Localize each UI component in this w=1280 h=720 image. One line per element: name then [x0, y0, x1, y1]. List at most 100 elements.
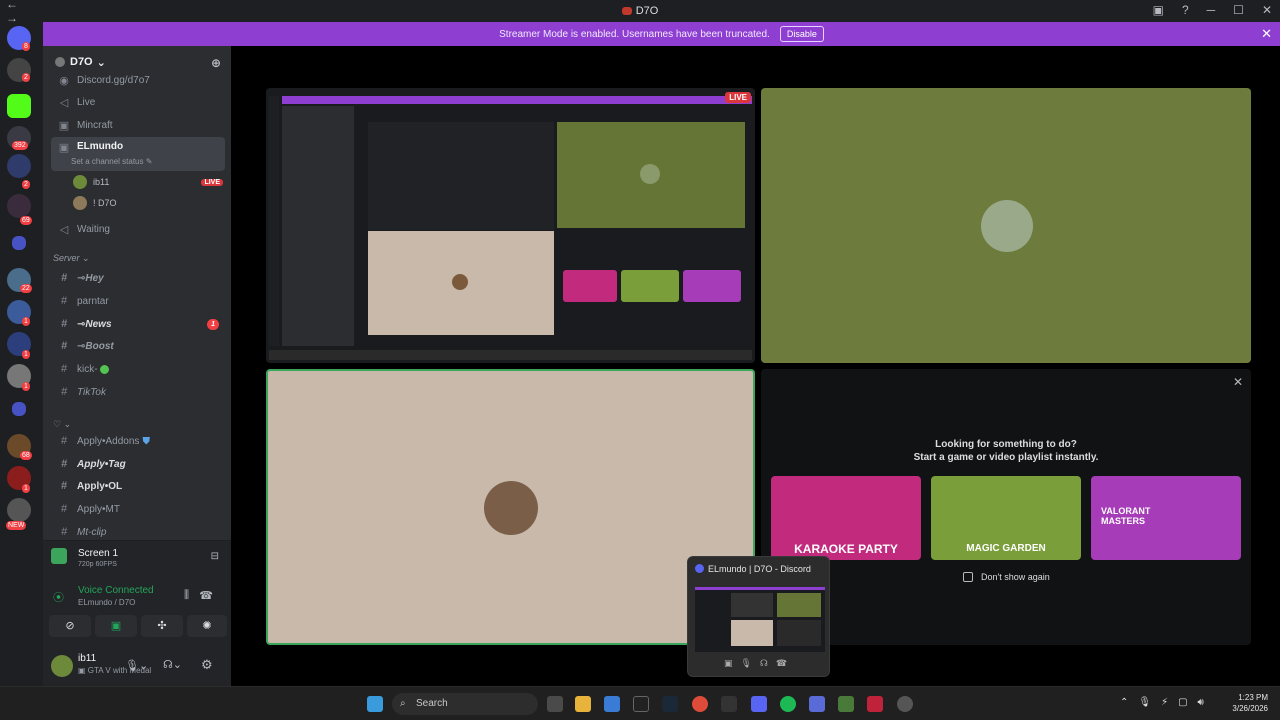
status-text: Set a channel status — [71, 157, 144, 166]
soundboard-button[interactable]: ✺ — [187, 615, 227, 637]
system-tray[interactable]: ⌃🎙︎⚡▢🔊︎ — [1120, 697, 1214, 708]
hash-icon: # — [60, 480, 68, 492]
screen-share-button[interactable]: ▣ — [95, 615, 137, 637]
voice-user[interactable]: ! D7O — [73, 194, 223, 212]
channel-label: ⊸News — [77, 318, 112, 330]
channel-addons[interactable]: # Apply•Addons ⛊ — [51, 431, 225, 451]
clock[interactable]: 1:23 PM 3/26/2026 — [1232, 692, 1268, 714]
app-icon[interactable] — [809, 696, 825, 712]
stop-stream-icon[interactable]: ⊟ — [211, 551, 219, 562]
task-view-icon[interactable] — [547, 696, 563, 712]
voice-channel[interactable]: ELmundo / D7O — [78, 598, 135, 607]
help-icon[interactable]: ? — [1182, 3, 1189, 17]
camera-off-button[interactable]: ⊘ — [49, 615, 91, 637]
server-list: 8 2 392 2 69 22 1 1 1 68 1 NEW — [0, 22, 40, 686]
preview-thumbnail — [695, 587, 825, 652]
app-icon[interactable] — [897, 696, 913, 712]
channel-tiktok[interactable]: # TikTok — [51, 382, 225, 402]
taskbar-search[interactable]: ⌕ Search — [392, 693, 538, 715]
steam-icon[interactable] — [662, 696, 678, 712]
channel-kick[interactable]: # kick- — [51, 359, 225, 379]
user-panel: ib11 ▣ GTA V with Medal 🎙︎⌄ ☊⌄ ⚙ — [43, 645, 231, 687]
green-dot-icon — [99, 364, 109, 374]
discord-icon[interactable] — [751, 696, 767, 712]
server-icon[interactable] — [7, 194, 31, 218]
participant-tile[interactable] — [761, 88, 1251, 363]
search-icon: ⌕ — [400, 698, 406, 709]
avatar[interactable] — [51, 655, 73, 677]
category-header[interactable]: Server ⌄ — [53, 253, 90, 264]
file-explorer-icon[interactable] — [575, 696, 591, 712]
windows-taskbar: ⌕ Search ⌃🎙︎⚡▢🔊︎ 1:23 PM 3/26/2026 — [0, 686, 1280, 720]
preview-title-row: ELmundo | D7O - Discord — [695, 564, 811, 574]
avatar — [452, 274, 468, 290]
game-icon[interactable] — [721, 696, 737, 712]
server-icon[interactable] — [7, 154, 31, 178]
server-icon[interactable] — [7, 498, 31, 522]
hash-icon: # — [60, 295, 68, 307]
disconnect-icon[interactable]: ☎ — [199, 589, 213, 602]
lock-icon: ▣ — [58, 142, 70, 154]
server-avatar — [55, 57, 65, 67]
chrome-icon[interactable] — [692, 696, 708, 712]
category-header[interactable]: ♡ ⌄ — [53, 419, 71, 430]
disable-button[interactable]: Disable — [779, 26, 824, 42]
spotify-icon[interactable] — [780, 696, 796, 712]
participant-tile-speaking[interactable] — [266, 369, 755, 645]
channel-waiting[interactable]: ◁ Waiting — [51, 219, 225, 239]
hash-icon: # — [60, 503, 68, 515]
store-icon[interactable] — [604, 696, 620, 712]
maximize-button[interactable]: ☐ — [1233, 3, 1244, 17]
channel-mincraft[interactable]: ▣ Mincraft — [51, 115, 225, 135]
search-placeholder: Search — [416, 698, 448, 709]
headphones-icon[interactable]: ☊⌄ — [163, 658, 182, 671]
channel-boost[interactable]: # ⊸Boost — [51, 336, 225, 356]
dont-show-row[interactable]: Don't show again — [963, 572, 1050, 582]
channel-link[interactable]: ◉ Discord.gg/d7o7 — [51, 73, 225, 87]
inbox-icon[interactable]: ▣ — [1153, 3, 1164, 17]
close-icon[interactable]: ✕ — [1233, 375, 1243, 389]
badge: 1 — [22, 484, 30, 493]
hash-icon: # — [60, 340, 68, 352]
stream-tile[interactable]: LIVE — [266, 88, 755, 363]
minecraft-icon[interactable] — [838, 696, 854, 712]
kick-server-icon[interactable] — [7, 94, 31, 118]
folder-icon[interactable] — [12, 236, 26, 250]
game-card — [621, 270, 679, 302]
noise-icon[interactable]: ⫼ — [184, 589, 189, 602]
game-card-valorant[interactable]: VALORANT MASTERS — [1091, 476, 1241, 560]
checkbox[interactable] — [963, 572, 973, 582]
channel-hey[interactable]: # ⊸Hey — [51, 268, 225, 288]
close-icon[interactable]: ✕ — [1261, 26, 1272, 42]
channel-parntar[interactable]: # parntar — [51, 291, 225, 311]
channel-label: Live — [77, 96, 96, 108]
channel-mt[interactable]: # Apply•MT — [51, 499, 225, 519]
channel-live[interactable]: ◁ Live — [51, 92, 225, 112]
channel-ol[interactable]: # Apply•OL — [51, 476, 225, 496]
preview-controls[interactable]: ▣🎙︎☊☎ — [724, 658, 795, 669]
channel-status[interactable]: Set a channel status ✎ — [71, 157, 152, 166]
microphone-icon[interactable]: 🎙︎⌄ — [125, 659, 148, 672]
channel-label: TikTok — [77, 386, 106, 398]
app-icon[interactable] — [867, 696, 883, 712]
game-card-karaoke[interactable]: KARAOKE PARTY — [771, 476, 921, 560]
hash-icon: # — [60, 458, 68, 470]
minimize-button[interactable]: ─ — [1207, 3, 1216, 17]
voice-user[interactable]: ib11 LIVE — [73, 173, 223, 191]
avatar — [640, 164, 660, 184]
game-card-garden[interactable]: MAGIC GARDEN — [931, 476, 1081, 560]
close-button[interactable]: ✕ — [1262, 3, 1272, 17]
folder-icon[interactable] — [12, 402, 26, 416]
settings-icon[interactable]: ⚙ — [201, 657, 213, 673]
channel-news[interactable]: # ⊸News 1 — [51, 314, 225, 334]
channel-clip[interactable]: # Mt-clip — [51, 522, 225, 542]
streamer-mode-banner: Streamer Mode is enabled. Usernames have… — [43, 22, 1280, 46]
username: ! D7O — [93, 198, 117, 208]
signal-icon[interactable]: ⦿ — [53, 589, 64, 605]
windows-start-icon[interactable] — [367, 696, 383, 712]
taskbar-preview[interactable]: ELmundo | D7O - Discord ▣🎙︎☊☎ — [687, 556, 830, 677]
add-member-icon[interactable]: ⊕ — [211, 56, 221, 70]
activities-button[interactable]: ✣ — [141, 615, 183, 637]
app-icon[interactable] — [633, 696, 649, 712]
channel-tag[interactable]: # Apply•Tag — [51, 454, 225, 474]
